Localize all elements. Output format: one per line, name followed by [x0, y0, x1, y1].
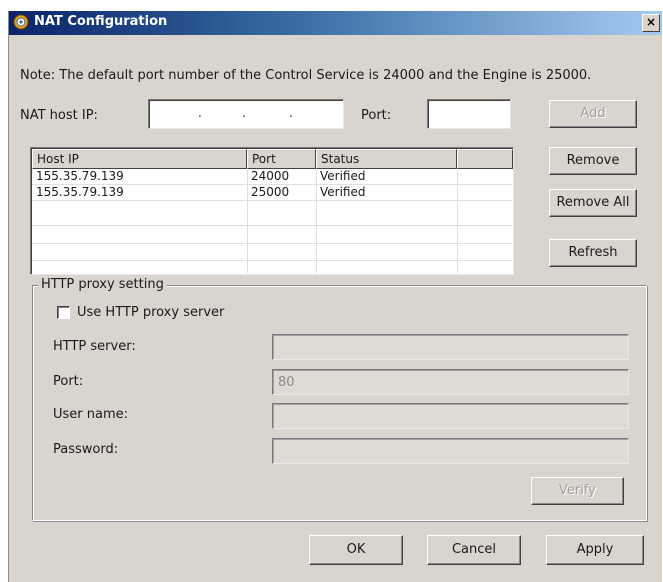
- user-name-label: User name:: [53, 407, 129, 422]
- ip-octet-separator: .: [289, 106, 293, 120]
- nat-host-list[interactable]: Host IP Port Status 155.35.79.139 24000 …: [30, 147, 514, 275]
- http-proxy-group-title: HTTP proxy setting: [38, 277, 167, 292]
- title-bar[interactable]: NAT Configuration ×: [9, 11, 662, 35]
- http-server-label: HTTP server:: [53, 339, 136, 354]
- apply-button[interactable]: Apply: [546, 535, 644, 565]
- use-http-proxy-label: Use HTTP proxy server: [77, 305, 225, 320]
- nat-port-label: Port:: [361, 108, 392, 123]
- port-cell: 24000: [251, 169, 290, 183]
- column-header-port[interactable]: Port: [247, 149, 316, 169]
- remove-button[interactable]: Remove: [549, 147, 637, 175]
- user-name-input[interactable]: [272, 403, 629, 429]
- grid-divider: [32, 260, 512, 261]
- column-header-status[interactable]: Status: [316, 149, 457, 169]
- window-title: NAT Configuration: [34, 14, 168, 29]
- table-row[interactable]: 155.35.79.139 25000 Verified: [32, 185, 512, 200]
- host-ip-cell: 155.35.79.139: [36, 169, 124, 183]
- column-header-empty[interactable]: [457, 149, 513, 169]
- nat-port-input[interactable]: [427, 99, 511, 129]
- column-header-host-ip[interactable]: Host IP: [32, 149, 247, 169]
- remove-all-button[interactable]: Remove All: [549, 189, 637, 217]
- note-text: Note: The default port number of the Con…: [20, 68, 592, 83]
- close-icon: ×: [645, 15, 657, 29]
- password-input[interactable]: [272, 438, 629, 464]
- proxy-port-label: Port:: [53, 374, 84, 389]
- grid-divider: [32, 225, 512, 226]
- status-cell: Verified: [320, 169, 366, 183]
- nat-gear-icon: [13, 14, 29, 30]
- proxy-port-input[interactable]: 80: [272, 369, 629, 395]
- refresh-button[interactable]: Refresh: [549, 239, 637, 267]
- port-cell: 25000: [251, 185, 290, 199]
- nat-host-ip-label: NAT host IP:: [20, 108, 98, 123]
- ip-octet-separator: .: [242, 106, 246, 120]
- table-row[interactable]: 155.35.79.139 24000 Verified: [32, 169, 512, 184]
- verify-button[interactable]: Verify: [531, 477, 624, 505]
- ip-octet-separator: .: [198, 106, 202, 120]
- password-label: Password:: [53, 442, 119, 457]
- nat-host-ip-input[interactable]: . . .: [148, 99, 344, 129]
- http-server-input[interactable]: [272, 334, 629, 360]
- host-ip-cell: 155.35.79.139: [36, 185, 124, 199]
- cancel-button[interactable]: Cancel: [427, 535, 521, 565]
- proxy-port-value: 80: [278, 375, 295, 390]
- add-button[interactable]: Add: [549, 100, 637, 128]
- use-http-proxy-checkbox[interactable]: [57, 306, 70, 319]
- close-button[interactable]: ×: [642, 14, 660, 32]
- ok-button[interactable]: OK: [309, 535, 403, 565]
- status-cell: Verified: [320, 185, 366, 199]
- grid-divider: [32, 243, 512, 244]
- grid-divider: [32, 200, 512, 201]
- nat-configuration-dialog: NAT Configuration × Note: The default po…: [8, 11, 662, 582]
- list-header: Host IP Port Status: [32, 149, 513, 169]
